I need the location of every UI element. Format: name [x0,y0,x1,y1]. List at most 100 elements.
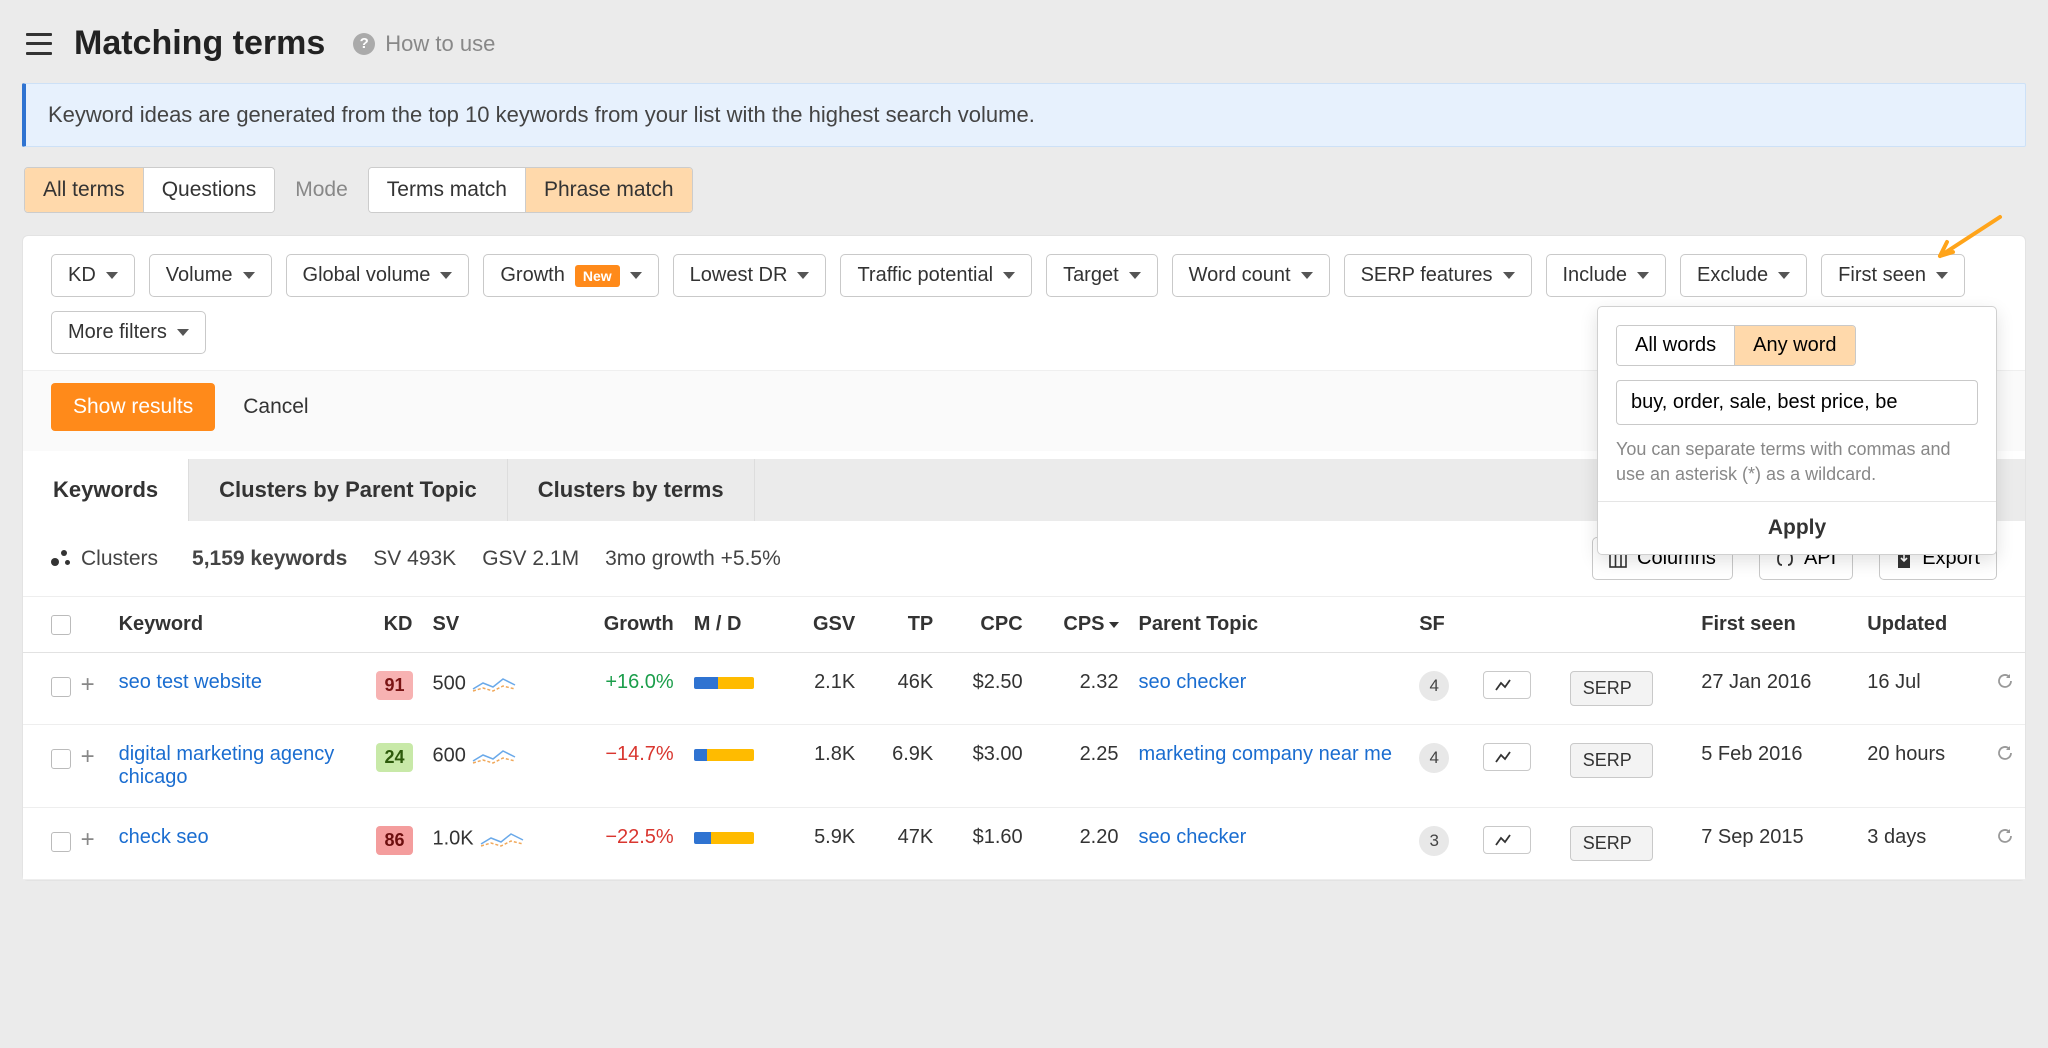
expand-row-icon[interactable]: + [77,671,99,698]
trend-button[interactable] [1483,671,1531,699]
new-badge: New [575,265,620,287]
sv-value: 600 [433,744,466,766]
serp-button[interactable]: SERP [1570,826,1653,861]
first-seen-value: 7 Sep 2015 [1691,808,1857,880]
info-banner: Keyword ideas are generated from the top… [22,83,2026,147]
filter-traffic-potential[interactable]: Traffic potential [840,254,1032,297]
col-md[interactable]: M / D [684,597,786,653]
tab-clusters-terms[interactable]: Clusters by terms [508,459,755,521]
refresh-icon[interactable] [1995,743,2015,763]
col-growth[interactable]: Growth [569,597,684,653]
chevron-down-icon [106,272,118,279]
chevron-down-icon [630,272,642,279]
chevron-down-icon [1936,272,1948,279]
kd-badge: 24 [376,743,412,772]
expand-row-icon[interactable]: + [77,826,99,853]
col-tp[interactable]: TP [865,597,943,653]
trend-button[interactable] [1483,743,1531,771]
select-all-checkbox[interactable] [51,615,71,635]
tp-value: 46K [865,653,943,725]
terms-type-segment: All terms Questions [24,167,275,213]
include-any-word[interactable]: Any word [1734,326,1854,365]
sv-value: 1.0K [433,827,474,849]
expand-row-icon[interactable]: + [77,743,99,770]
chevron-down-icon [1129,272,1141,279]
col-kd[interactable]: KD [351,597,422,653]
tab-all-terms[interactable]: All terms [25,168,143,212]
gsv-value: 5.9K [786,808,865,880]
tab-questions[interactable]: Questions [143,168,275,212]
md-bar [694,749,754,761]
sf-badge: 3 [1419,826,1449,856]
include-hint: You can separate terms with commas and u… [1616,437,1978,487]
keyword-count: 5,159 keywords [192,547,347,571]
col-cpc[interactable]: CPC [943,597,1032,653]
mode-segment: Terms match Phrase match [368,167,693,213]
tab-keywords[interactable]: Keywords [23,459,189,521]
clusters-dropdown[interactable]: Clusters [51,547,166,571]
tp-value: 6.9K [865,725,943,808]
filter-include[interactable]: Include [1546,254,1667,297]
show-results-button[interactable]: Show results [51,383,215,431]
tab-phrase-match[interactable]: Phrase match [525,168,692,212]
keyword-link[interactable]: check seo [119,826,209,848]
stat-gsv: GSV 2.1M [482,547,579,571]
updated-value: 16 Jul [1857,653,1985,725]
kd-badge: 91 [376,671,412,700]
filter-global-volume[interactable]: Global volume [286,254,470,297]
filter-first-seen[interactable]: First seen [1821,254,1965,297]
include-apply-button[interactable]: Apply [1598,501,1996,554]
col-first-seen[interactable]: First seen [1691,597,1857,653]
growth-value: −22.5% [605,826,673,848]
col-updated[interactable]: Updated [1857,597,1985,653]
filter-more[interactable]: More filters [51,311,206,354]
how-to-use-link[interactable]: ? How to use [353,31,495,57]
filter-growth[interactable]: GrowthNew [483,254,658,297]
keyword-link[interactable]: seo test website [119,671,262,693]
filter-kd[interactable]: KD [51,254,135,297]
row-checkbox[interactable] [51,749,71,769]
table-row: + check seo 86 1.0K −22.5% 5.9K 47K $1.6… [23,808,2025,880]
include-mode-segment: All words Any word [1616,325,1856,366]
table-row: + digital marketing agency chicago 24 60… [23,725,2025,808]
filter-lowest-dr[interactable]: Lowest DR [673,254,827,297]
trend-button[interactable] [1483,826,1531,854]
serp-button[interactable]: SERP [1570,671,1653,706]
col-gsv[interactable]: GSV [786,597,865,653]
tab-terms-match[interactable]: Terms match [369,168,525,212]
filter-volume[interactable]: Volume [149,254,272,297]
col-sf[interactable]: SF [1409,597,1473,653]
col-cps[interactable]: CPS [1033,597,1129,653]
parent-topic-link[interactable]: seo checker [1139,671,1247,693]
chevron-down-icon [1301,272,1313,279]
col-keyword[interactable]: Keyword [109,597,351,653]
include-all-words[interactable]: All words [1617,326,1734,365]
parent-topic-link[interactable]: marketing company near me [1139,743,1392,765]
col-parent[interactable]: Parent Topic [1129,597,1410,653]
row-checkbox[interactable] [51,677,71,697]
serp-button[interactable]: SERP [1570,743,1653,778]
growth-dropdown[interactable]: 3mo growth +5.5% [605,547,789,571]
include-input[interactable] [1616,380,1978,425]
updated-value: 20 hours [1857,725,1985,808]
filter-serp-features[interactable]: SERP features [1344,254,1532,297]
refresh-icon[interactable] [1995,671,2015,691]
refresh-icon[interactable] [1995,826,2015,846]
menu-icon[interactable] [26,33,52,55]
col-sv[interactable]: SV [423,597,569,653]
row-checkbox[interactable] [51,832,71,852]
sf-badge: 4 [1419,671,1449,701]
filter-target[interactable]: Target [1046,254,1158,297]
keywords-table: Keyword KD SV Growth M / D GSV TP CPC CP… [23,597,2025,880]
include-popover: All words Any word You can separate term… [1597,306,1997,555]
filter-word-count[interactable]: Word count [1172,254,1330,297]
updated-value: 3 days [1857,808,1985,880]
cpc-value: $3.00 [943,725,1032,808]
help-label: How to use [385,31,495,57]
cancel-button[interactable]: Cancel [243,395,308,419]
cps-value: 2.25 [1033,725,1129,808]
parent-topic-link[interactable]: seo checker [1139,826,1247,848]
keyword-link[interactable]: digital marketing agency chicago [119,743,335,788]
tab-clusters-parent[interactable]: Clusters by Parent Topic [189,459,508,521]
filter-exclude[interactable]: Exclude [1680,254,1807,297]
